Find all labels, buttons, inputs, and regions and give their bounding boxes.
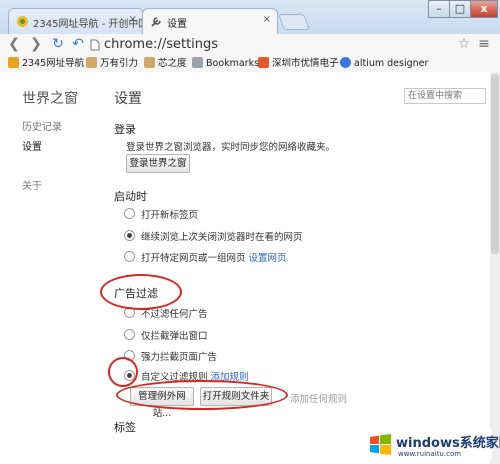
scrollbar-thumb[interactable] [491,74,499,254]
tab-settings[interactable]: 设置 × [142,8,278,34]
watermark-url: www.ruinaitu.com [398,450,462,458]
sidebar-item-settings[interactable]: 设置 [22,138,42,153]
section-adfilter-heading: 广告过滤 [114,287,158,300]
close-window-button[interactable]: x [470,0,498,18]
radio-button[interactable] [124,251,135,262]
bookmark-youqing[interactable]: 深圳市优情电子 [258,57,339,71]
settings-search-input[interactable] [404,88,486,104]
page-icon [90,39,100,51]
radio-button-selected[interactable] [124,370,135,381]
bookmark-page-icon [192,57,203,68]
startup-option-newtab[interactable]: 打开新标签页 [124,208,198,222]
tab-2345[interactable]: 2345网址导航 - 开创中国 × [8,8,144,34]
folder-icon [144,57,155,68]
adfilter-option-custom[interactable]: 自定义过滤规则 添加规则 [124,370,249,384]
bookmark-altium[interactable]: altium designer [340,57,428,71]
login-button[interactable]: 登录世界之窗 [126,154,190,173]
page-title: 设置 [114,91,142,107]
startup-option-specific[interactable]: 打开特定网页或一组网页 设置网页 [124,251,287,265]
site-icon [340,57,351,68]
address-text[interactable]: chrome://settings [104,36,218,53]
radio-button[interactable] [124,307,135,318]
undo-close-button[interactable]: ↶ [70,36,86,52]
url-scheme: chrome:// [104,37,167,52]
set-pages-link[interactable]: 设置网页 [249,253,287,264]
login-description: 登录世界之窗浏览器，实时同步您的网络收藏夹。 [126,142,336,153]
bookmark-2345[interactable]: 2345网址导航 [8,57,84,71]
close-tab-icon[interactable]: × [263,14,271,25]
section-login-heading: 登录 [114,123,136,136]
reload-button[interactable]: ↻ [50,36,66,52]
add-rule-link[interactable]: 添加规则 [211,372,249,383]
bookmark-xinzhidu[interactable]: 芯之度 [144,57,187,71]
wrench-icon [151,17,161,27]
radio-button[interactable] [124,350,135,361]
folder-icon [86,57,97,68]
bookmark-star-icon[interactable]: ☆ [456,36,472,52]
bookmark-icon [8,57,19,68]
section-startup-heading: 启动时 [114,190,147,203]
sidebar-item-history[interactable]: 历史记录 [22,118,62,133]
tab-label: 设置 [167,19,187,30]
back-button[interactable]: ❮ [6,36,22,52]
radio-button-selected[interactable] [124,230,135,241]
sidebar-title: 世界之窗 [22,91,78,107]
radio-button[interactable] [124,208,135,219]
startup-option-continue[interactable]: 继续浏览上次关闭浏览器时在看的网页 [124,230,303,244]
forward-button[interactable]: ❯ [28,36,44,52]
maximize-button[interactable]: □ [449,0,471,18]
bookmark-wanyouyinli[interactable]: 万有引力 [86,57,138,71]
section-tabs-heading: 标签 [114,421,136,434]
minimize-button[interactable]: – [428,0,450,18]
open-rules-folder-button[interactable]: 打开规则文件夹 [200,387,272,406]
2345-icon [17,16,28,27]
adfilter-option-popups[interactable]: 仅拦截弹出窗口 [124,329,208,343]
bookmark-bookmarks[interactable]: Bookmarks [192,57,259,71]
site-icon [258,57,269,68]
close-tab-icon[interactable]: × [129,14,137,25]
adfilter-option-none[interactable]: 不过滤任何广告 [124,307,208,321]
tab-label: 2345网址导航 - 开创中国 [33,19,144,30]
watermark-text: windows系统家园 [396,436,500,451]
new-tab-button[interactable] [278,14,310,30]
radio-button[interactable] [124,329,135,340]
adfilter-option-strong[interactable]: 强力拦截页面广告 [124,350,217,364]
manage-exceptions-button[interactable]: 管理例外网站... [130,387,194,419]
url-path: settings [166,37,219,52]
add-any-rule-text: 添加任何规则 [290,394,348,405]
menu-icon[interactable]: ≡ [476,36,492,52]
sidebar-item-about[interactable]: 关于 [22,177,42,192]
